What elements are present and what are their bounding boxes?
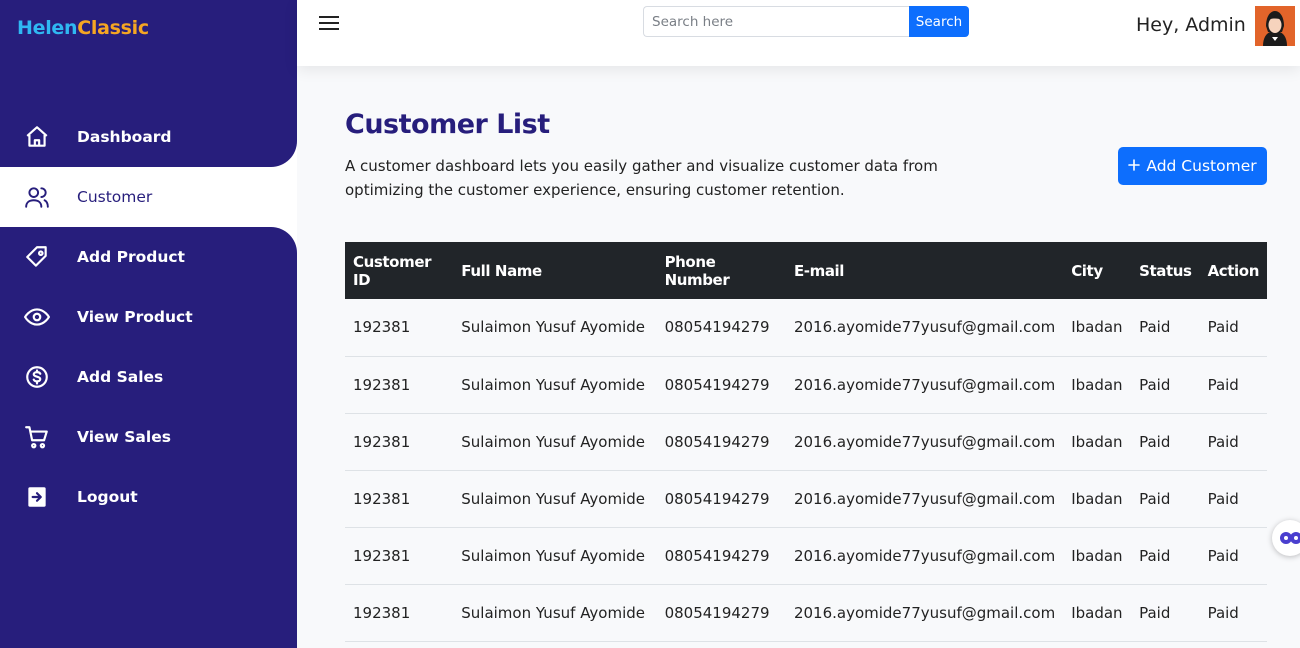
cell-full-name: Sulaimon Yusuf Ayomide [461,375,646,394]
cell-full-name: Sulaimon Yusuf Ayomide [461,603,646,622]
logout-icon [24,484,50,510]
cell-city: Ibadan [1071,546,1123,565]
cell-phone: 08054194279 [664,375,770,394]
customer-table: Customer ID Full Name Phone Number E-mai… [345,242,1267,642]
sidebar-item-dashboard[interactable]: Dashboard [0,107,297,167]
column-header[interactable]: E-mail [786,242,1063,299]
sidebar-item-view-product[interactable]: View Product [0,287,297,347]
cell-status: Paid [1139,432,1171,451]
cell-full-name: Sulaimon Yusuf Ayomide [461,432,646,451]
tag-icon [24,244,50,270]
cell-customer-id: 192381 [353,318,411,337]
cell-city: Ibadan [1071,489,1123,508]
table-row[interactable]: 192381 Sulaimon Yusuf Ayomide 0805419427… [345,584,1267,641]
cell-phone: 08054194279 [664,603,770,622]
table-header-row: Customer ID Full Name Phone Number E-mai… [345,242,1267,299]
sidebar-item-label: Logout [77,488,138,506]
plus-icon [1128,157,1141,175]
cell-phone: 08054194279 [664,432,770,451]
cell-full-name: Sulaimon Yusuf Ayomide [461,318,646,337]
cell-customer-id: 192381 [353,432,411,451]
page-description: A customer dashboard lets you easily gat… [345,157,938,199]
cell-action[interactable]: Paid [1200,413,1267,470]
table-row[interactable]: 192381 Sulaimon Yusuf Ayomide 0805419427… [345,413,1267,470]
cell-phone: 08054194279 [664,489,770,508]
sidebar-item-customer[interactable]: Customer [8,167,297,227]
sidebar-item-label: View Sales [77,428,171,446]
cell-action[interactable]: Paid [1200,470,1267,527]
cell-phone: 08054194279 [664,546,770,565]
column-header[interactable]: Status [1131,242,1199,299]
avatar[interactable] [1255,6,1295,46]
cell-city: Ibadan [1071,603,1123,622]
cell-status: Paid [1139,375,1171,394]
cell-email: 2016.ayomide77yusuf@gmail.com [793,546,1056,565]
table-row[interactable]: 192381 Sulaimon Yusuf Ayomide 0805419427… [345,470,1267,527]
table-row[interactable]: 192381 Sulaimon Yusuf Ayomide 0805419427… [345,356,1267,413]
cart-icon [24,424,50,450]
page-title: Customer List [345,109,550,140]
cell-status: Paid [1139,489,1171,508]
add-customer-label: Add Customer [1146,157,1257,175]
sidebar-item-add-sales[interactable]: Add Sales [0,347,297,407]
cell-city: Ibadan [1071,318,1123,337]
cell-action[interactable]: Paid [1200,299,1267,356]
sidebar-header: HelenClassic Dashboard [0,0,297,167]
brand-name-part2: Classic [77,17,149,39]
cell-action[interactable]: Paid [1200,356,1267,413]
cell-phone: 08054194279 [664,318,770,337]
cell-action[interactable]: Paid [1200,527,1267,584]
cell-full-name: Sulaimon Yusuf Ayomide [461,489,646,508]
search-button[interactable]: Search [909,6,969,37]
column-header[interactable]: Full Name [453,242,656,299]
sidebar-item-view-sales[interactable]: View Sales [0,407,297,467]
cell-email: 2016.ayomide77yusuf@gmail.com [793,432,1056,451]
dollar-circle-icon [24,364,50,390]
table-row[interactable]: 192381 Sulaimon Yusuf Ayomide 0805419427… [345,527,1267,584]
cell-email: 2016.ayomide77yusuf@gmail.com [793,375,1056,394]
brand-logo[interactable]: HelenClassic [17,17,149,39]
sidebar: HelenClassic Dashboard Customer Add Prod… [0,0,297,648]
search-bar: Search [643,6,969,37]
sidebar-item-label: Add Product [77,248,185,266]
cell-email: 2016.ayomide77yusuf@gmail.com [793,489,1056,508]
cell-customer-id: 192381 [353,603,411,622]
cell-city: Ibadan [1071,432,1123,451]
cell-status: Paid [1139,603,1171,622]
eye-icon [24,304,50,330]
user-greeting: Hey, Admin [1136,14,1246,36]
home-icon [24,124,50,150]
cell-customer-id: 192381 [353,546,411,565]
cell-full-name: Sulaimon Yusuf Ayomide [461,546,646,565]
search-input[interactable] [643,6,909,37]
sidebar-item-add-product[interactable]: Add Product [0,227,297,287]
cell-action[interactable]: Paid [1200,584,1267,641]
chat-bot-icon [1280,532,1300,544]
add-customer-button[interactable]: Add Customer [1118,147,1267,185]
sidebar-item-label: Add Sales [77,368,164,386]
cell-city: Ibadan [1071,375,1123,394]
users-icon [24,184,50,210]
chat-widget-button[interactable] [1272,520,1300,556]
column-header[interactable]: City [1063,242,1131,299]
sidebar-item-logout[interactable]: Logout [0,467,297,527]
cell-status: Paid [1139,318,1171,337]
top-bar: Search Hey, Admin [297,0,1300,66]
menu-toggle-icon[interactable] [319,12,341,34]
table-row[interactable]: 192381 Sulaimon Yusuf Ayomide 0805419427… [345,299,1267,356]
column-header[interactable]: Customer ID [345,242,453,299]
sidebar-nav-lower: Add Product View Product Add Sales View … [0,227,297,648]
cell-customer-id: 192381 [353,489,411,508]
column-header[interactable]: Phone Number [657,242,786,299]
sidebar-item-label: Dashboard [77,128,172,146]
brand-name-part1: Helen [17,17,78,39]
cell-customer-id: 192381 [353,375,411,394]
cell-status: Paid [1139,546,1171,565]
sidebar-item-label: Customer [77,188,153,206]
cell-email: 2016.ayomide77yusuf@gmail.com [793,603,1056,622]
cell-email: 2016.ayomide77yusuf@gmail.com [793,318,1056,337]
sidebar-item-label: View Product [77,308,193,326]
column-header[interactable]: Action [1200,242,1267,299]
